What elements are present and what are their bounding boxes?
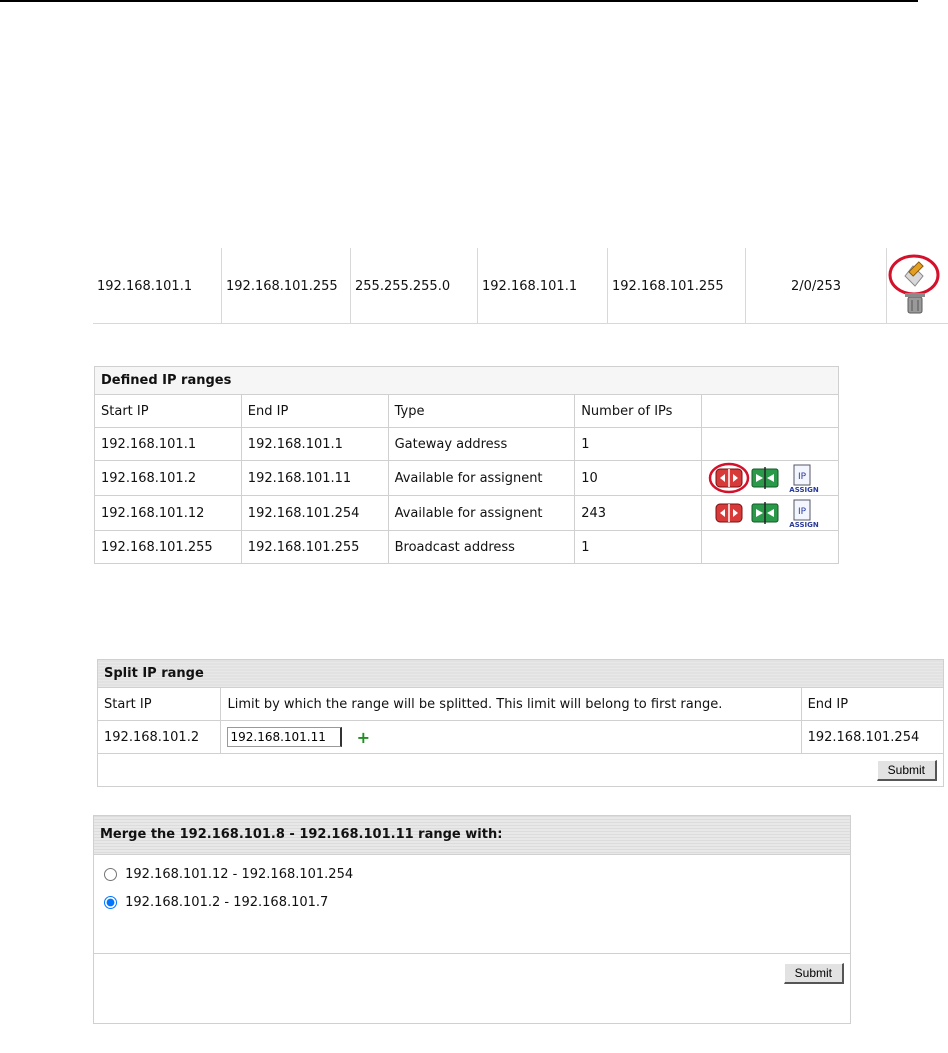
ip-ranges-header-row: Start IP End IP Type Number of IPs [94,394,840,428]
row-actions [700,427,840,461]
table-row: 192.168.101.2 + 192.168.101.254 [96,720,945,754]
split-range-table: Split IP range Start IP Limit by which t… [96,659,945,787]
subnet-cell-broadcast: 192.168.101.255 [608,248,746,323]
header-end-ip: End IP [800,687,945,721]
row-type: Available for assignent [387,460,576,496]
subnet-row: 192.168.101.1 192.168.101.255 255.255.25… [93,248,948,324]
split-submit-button[interactable]: Submit [876,759,937,781]
assign-ip-icon[interactable]: IP ASSIGN [789,464,819,494]
subnet-actions [887,248,947,323]
split-end-ip: 192.168.101.254 [800,720,945,754]
top-rule [0,0,918,2]
merge-footer: Submit [94,954,850,1024]
subnet-cell-gateway: 192.168.101.1 [478,248,608,323]
row-count: 10 [574,460,702,496]
split-limit-cell: + [220,720,802,754]
header-type: Type [387,394,576,428]
row-end-ip: 192.168.101.255 [240,530,389,564]
merge-option-label: 192.168.101.2 - 192.168.101.7 [125,895,329,910]
merge-option: 192.168.101.12 - 192.168.101.254 [94,861,850,889]
table-row: 192.168.101.2 192.168.101.11 Available f… [94,460,840,496]
table-row: 192.168.101.255 192.168.101.255 Broadcas… [94,530,840,564]
svg-text:IP: IP [798,472,807,482]
row-start-ip: 192.168.101.1 [94,427,242,461]
row-actions: IP ASSIGN [700,460,840,496]
merge-option: 192.168.101.2 - 192.168.101.7 [94,889,850,917]
row-count: 1 [574,427,702,461]
split-start-ip: 192.168.101.2 [96,720,222,754]
split-header-row: Start IP Limit by which the range will b… [96,687,945,721]
merge-options: 192.168.101.12 - 192.168.101.254 192.168… [94,855,850,954]
header-actions [700,394,840,428]
merge-submit-button[interactable]: Submit [783,963,844,984]
add-limit-icon[interactable]: + [357,728,370,747]
row-start-ip: 192.168.101.12 [94,495,242,531]
row-start-ip: 192.168.101.255 [94,530,242,564]
svg-text:ASSIGN: ASSIGN [789,486,819,494]
ip-ranges-caption-row: Defined IP ranges [94,366,839,395]
ip-ranges-title: Defined IP ranges [94,366,839,395]
split-title: Split IP range [97,659,944,688]
row-type: Available for assignent [387,495,576,531]
merge-option-label: 192.168.101.12 - 192.168.101.254 [125,867,354,882]
header-end-ip: End IP [240,394,389,428]
row-actions [700,530,840,564]
merge-range-panel: Merge the 192.168.101.8 - 192.168.101.11… [93,815,851,1024]
row-start-ip: 192.168.101.2 [94,460,242,496]
merge-title: Merge the 192.168.101.8 - 192.168.101.11… [94,816,850,855]
merge-option-radio[interactable] [104,868,117,881]
split-footer-row: Submit [97,753,944,787]
row-type: Gateway address [387,427,576,461]
merge-range-icon[interactable] [751,467,779,489]
header-number-of-ips: Number of IPs [574,394,702,428]
row-end-ip: 192.168.101.1 [240,427,389,461]
subnet-cell-last-ip: 192.168.101.255 [222,248,351,323]
svg-text:IP: IP [798,507,807,517]
split-caption-row: Split IP range [97,659,944,688]
assign-ip-icon[interactable]: IP ASSIGN [789,499,819,529]
row-end-ip: 192.168.101.254 [240,495,389,531]
header-limit: Limit by which the range will be splitte… [220,687,802,721]
table-row: 192.168.101.1 192.168.101.1 Gateway addr… [94,427,840,461]
ip-ranges-table: Defined IP ranges Start IP End IP Type N… [94,366,840,564]
header-start-ip: Start IP [94,394,242,428]
row-count: 1 [574,530,702,564]
edit-icon[interactable] [888,254,940,296]
split-footer: Submit [97,753,944,787]
subnet-cell-usage: 2/0/253 [746,248,887,323]
row-end-ip: 192.168.101.11 [240,460,389,496]
subnet-cell-first-ip: 192.168.101.1 [93,248,222,323]
split-range-icon[interactable] [708,462,750,494]
merge-range-icon[interactable] [751,502,779,524]
row-type: Broadcast address [387,530,576,564]
table-row: 192.168.101.12 192.168.101.254 Available… [94,495,840,531]
delete-icon[interactable] [905,293,925,314]
row-count: 243 [574,495,702,531]
row-actions: IP ASSIGN [700,495,840,531]
merge-option-radio[interactable] [104,896,117,909]
split-limit-input[interactable] [227,727,343,747]
subnet-cell-mask: 255.255.255.0 [351,248,478,323]
header-start-ip: Start IP [96,687,222,721]
svg-text:ASSIGN: ASSIGN [789,521,819,529]
split-range-icon[interactable] [715,503,743,523]
